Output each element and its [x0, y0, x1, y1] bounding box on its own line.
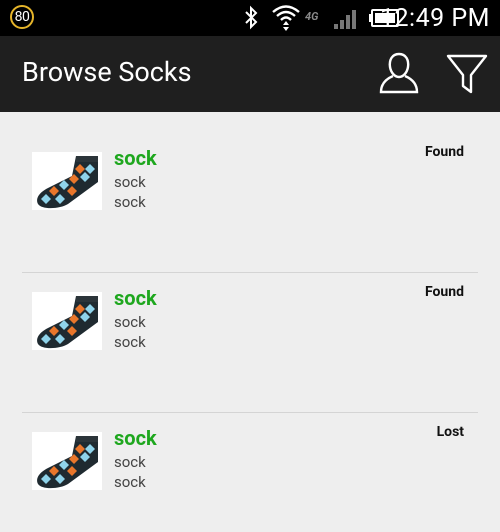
- person-outline-icon: [379, 52, 419, 94]
- item-line-2: sock: [114, 193, 146, 211]
- network-type-label: 4G: [305, 10, 319, 23]
- item-status: Lost: [436, 424, 464, 440]
- clock: 12:49 PM: [379, 4, 490, 33]
- status-bar: 80 4G 12:49 PM: [0, 0, 500, 36]
- item-line-2: sock: [114, 473, 146, 491]
- page-title: Browse Socks: [22, 56, 192, 88]
- sock-thumbnail-image: [32, 292, 102, 350]
- item-title: sock: [114, 146, 157, 170]
- wifi-icon: [272, 5, 300, 31]
- list-item[interactable]: sock sock sock Lost: [0, 392, 500, 532]
- item-title: sock: [114, 426, 157, 450]
- sock-thumbnail-image: [32, 432, 102, 490]
- profile-button[interactable]: [374, 48, 424, 98]
- item-status: Found: [424, 144, 464, 160]
- item-line-1: sock: [114, 453, 146, 471]
- notification-count-badge: 80: [10, 5, 34, 29]
- list-item[interactable]: sock sock sock Found: [0, 252, 500, 392]
- filter-button[interactable]: [442, 48, 492, 98]
- item-title: sock: [114, 286, 157, 310]
- item-line-2: sock: [114, 333, 146, 351]
- funnel-filter-icon: [446, 54, 488, 94]
- item-line-1: sock: [114, 313, 146, 331]
- sock-thumbnail-image: [32, 152, 102, 210]
- bluetooth-icon: [245, 5, 258, 30]
- signal-icon: [334, 10, 356, 29]
- item-line-1: sock: [114, 173, 146, 191]
- list-item[interactable]: sock sock sock Found: [0, 112, 500, 252]
- item-status: Found: [424, 284, 464, 300]
- action-bar: Browse Socks: [0, 36, 500, 112]
